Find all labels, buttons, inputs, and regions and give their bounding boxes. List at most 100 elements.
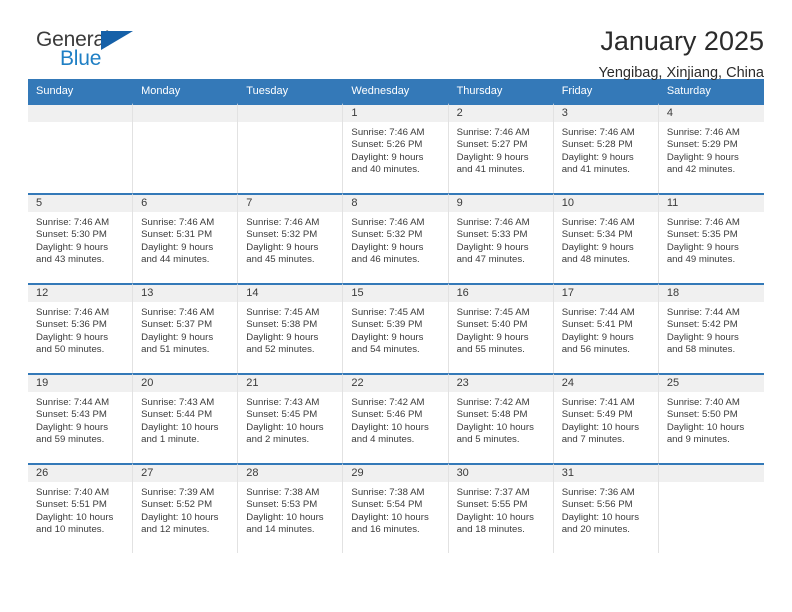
sunset-text: Sunset: 5:26 PM	[351, 139, 423, 151]
calendar-day-cell[interactable]: 1 Sunrise: 7:46 AM Sunset: 5:26 PM Daylight…	[343, 103, 449, 193]
calendar-day-cell[interactable]: 6 Sunrise: 7:46 AM Sunset: 5:31 PM Daylight…	[133, 193, 239, 283]
day-cell-inner: 3 Sunrise: 7:46 AM Sunset: 5:28 PM Daylight…	[553, 103, 659, 193]
calendar-day-cell[interactable]: 29 Sunrise: 7:38 AM Sunset: 5:54 PM Dayligh…	[343, 463, 449, 553]
calendar-day-cell[interactable]: 2 Sunrise: 7:46 AM Sunset: 5:27 PM Daylight…	[448, 103, 554, 193]
calendar-day-cell[interactable]: 15 Sunrise: 7:45 AM Sunset: 5:39 PM Dayligh…	[343, 283, 449, 373]
sunrise-text: Sunrise: 7:43 AM	[246, 397, 320, 408]
sunset-text: Sunset: 5:33 PM	[456, 229, 528, 241]
calendar-week-row: 19 Sunrise: 7:44 AM Sunset: 5:43 PM Dayligh…	[28, 373, 764, 463]
sunset-text: Sunset: 5:40 PM	[456, 319, 528, 331]
calendar-day-cell[interactable]: 28 Sunrise: 7:38 AM Sunset: 5:53 PM Dayligh…	[238, 463, 344, 553]
day-cell-inner: 4 Sunrise: 7:46 AM Sunset: 5:29 PM Daylight…	[658, 103, 764, 193]
day-number: 28	[238, 465, 343, 482]
calendar-day-cell[interactable]: 17 Sunrise: 7:44 AM Sunset: 5:41 PM Dayligh…	[553, 283, 659, 373]
calendar-day-cell[interactable]: 4 Sunrise: 7:46 AM Sunset: 5:29 PM Daylight…	[658, 103, 764, 193]
calendar-day-cell[interactable]: 26 Sunrise: 7:40 AM Sunset: 5:51 PM Dayligh…	[28, 463, 134, 553]
calendar-day-cell[interactable]: 3 Sunrise: 7:46 AM Sunset: 5:28 PM Daylight…	[553, 103, 659, 193]
daylight-text-line1: Daylight: 9 hours	[456, 151, 529, 163]
calendar-day-cell[interactable]: 23 Sunrise: 7:42 AM Sunset: 5:48 PM Dayligh…	[448, 373, 554, 463]
sunrise-text: Sunrise: 7:39 AM	[141, 487, 215, 498]
logo-text-blue: Blue	[60, 47, 102, 70]
calendar-day-cell[interactable]: 30 Sunrise: 7:37 AM Sunset: 5:55 PM Dayligh…	[448, 463, 554, 553]
day-number: 9	[448, 195, 553, 212]
sunrise-text: Sunrise: 7:42 AM	[456, 397, 530, 408]
day-details: Sunrise: 7:44 AM Sunset: 5:43 PM Daylight:…	[28, 392, 132, 447]
sunrise-text: Sunrise: 7:46 AM	[141, 217, 215, 228]
logo-triangle-icon	[101, 31, 133, 50]
daylight-text-line2: and 41 minutes.	[561, 164, 630, 176]
sunrise-text: Sunrise: 7:45 AM	[246, 307, 320, 318]
calendar-day-cell[interactable]: 18 Sunrise: 7:44 AM Sunset: 5:42 PM Dayligh…	[658, 283, 764, 373]
sunrise-text: Sunrise: 7:46 AM	[141, 307, 215, 318]
general-blue-logo[interactable]: General Blue	[28, 26, 168, 76]
calendar-day-cell[interactable]: 25 Sunrise: 7:40 AM Sunset: 5:50 PM Dayligh…	[658, 373, 764, 463]
daylight-text-line1: Daylight: 9 hours	[36, 331, 108, 343]
day-cell-inner: 24 Sunrise: 7:41 AM Sunset: 5:49 PM Dayligh…	[553, 373, 659, 463]
daylight-text-line1: Daylight: 9 hours	[351, 331, 424, 343]
sunset-text: Sunset: 5:56 PM	[561, 499, 633, 511]
day-details: Sunrise: 7:40 AM Sunset: 5:51 PM Daylight:…	[28, 482, 132, 537]
calendar-header-row: Sunday Monday Tuesday Wednesday Thursday Frid…	[28, 79, 764, 103]
calendar-day-cell[interactable]: 14 Sunrise: 7:45 AM Sunset: 5:38 PM Dayligh…	[238, 283, 344, 373]
day-number: 12	[28, 285, 133, 302]
calendar-day-cell[interactable]: 13 Sunrise: 7:46 AM Sunset: 5:37 PM Dayligh…	[133, 283, 239, 373]
calendar-day-cell[interactable]: 10 Sunrise: 7:46 AM Sunset: 5:34 PM Dayligh…	[553, 193, 659, 283]
daylight-text-line1: Daylight: 10 hours	[456, 421, 534, 433]
daylight-text-line1: Daylight: 10 hours	[246, 421, 324, 433]
calendar-day-cell[interactable]: 5 Sunrise: 7:46 AM Sunset: 5:30 PM Daylight…	[28, 193, 134, 283]
daylight-text-line1: Daylight: 9 hours	[246, 331, 319, 343]
sunrise-text: Sunrise: 7:45 AM	[351, 307, 425, 318]
calendar-day-cell[interactable]: 8 Sunrise: 7:46 AM Sunset: 5:32 PM Daylight…	[343, 193, 449, 283]
daylight-text-line1: Daylight: 9 hours	[36, 241, 108, 253]
calendar-day-cell[interactable]: 7 Sunrise: 7:46 AM Sunset: 5:32 PM Daylight…	[238, 193, 344, 283]
day-number	[238, 105, 343, 122]
calendar-day-cell[interactable]: 11 Sunrise: 7:46 AM Sunset: 5:35 PM Dayligh…	[658, 193, 764, 283]
calendar-day-cell[interactable]: 9 Sunrise: 7:46 AM Sunset: 5:33 PM Daylight…	[448, 193, 554, 283]
calendar-day-cell[interactable]: 20 Sunrise: 7:43 AM Sunset: 5:44 PM Dayligh…	[133, 373, 239, 463]
day-cell-inner: 29 Sunrise: 7:38 AM Sunset: 5:54 PM Dayligh…	[343, 463, 449, 553]
sunrise-text: Sunrise: 7:44 AM	[36, 397, 110, 408]
day-number: 16	[448, 285, 553, 302]
sunset-text: Sunset: 5:37 PM	[141, 319, 213, 331]
calendar-day-cell[interactable]: 16 Sunrise: 7:45 AM Sunset: 5:40 PM Dayligh…	[448, 283, 554, 373]
sunset-text: Sunset: 5:36 PM	[36, 319, 107, 331]
day-details: Sunrise: 7:46 AM Sunset: 5:30 PM Daylight:…	[28, 212, 132, 267]
sunset-text: Sunset: 5:50 PM	[666, 409, 738, 421]
daylight-text-line2: and 10 minutes.	[36, 524, 105, 536]
sunrise-text: Sunrise: 7:46 AM	[561, 217, 635, 228]
calendar-body: 1 Sunrise: 7:46 AM Sunset: 5:26 PM Daylight…	[28, 103, 764, 553]
day-number: 2	[448, 105, 553, 122]
sunset-text: Sunset: 5:30 PM	[36, 229, 107, 241]
day-details: Sunrise: 7:43 AM Sunset: 5:45 PM Daylight:…	[238, 392, 342, 447]
sunrise-text: Sunrise: 7:44 AM	[666, 307, 740, 318]
calendar-day-cell[interactable]: 12 Sunrise: 7:46 AM Sunset: 5:36 PM Dayligh…	[28, 283, 134, 373]
sunrise-text: Sunrise: 7:46 AM	[666, 127, 740, 138]
day-details: Sunrise: 7:36 AM Sunset: 5:56 PM Daylight:…	[554, 482, 658, 537]
day-cell-inner: 6 Sunrise: 7:46 AM Sunset: 5:31 PM Daylight…	[133, 193, 239, 283]
weekday-header-saturday: Saturday	[658, 79, 764, 103]
daylight-text-line1: Daylight: 9 hours	[561, 331, 634, 343]
day-cell-inner	[658, 463, 764, 553]
sunset-text: Sunset: 5:42 PM	[666, 319, 738, 331]
day-details: Sunrise: 7:42 AM Sunset: 5:46 PM Daylight:…	[343, 392, 447, 447]
weekday-header-sunday: Sunday	[28, 79, 134, 103]
calendar-day-cell[interactable]: 19 Sunrise: 7:44 AM Sunset: 5:43 PM Dayligh…	[28, 373, 134, 463]
sunrise-text: Sunrise: 7:38 AM	[246, 487, 320, 498]
calendar-day-cell[interactable]: 22 Sunrise: 7:42 AM Sunset: 5:46 PM Dayligh…	[343, 373, 449, 463]
day-details: Sunrise: 7:46 AM Sunset: 5:35 PM Daylight:…	[659, 212, 764, 267]
sunrise-text: Sunrise: 7:38 AM	[351, 487, 425, 498]
calendar-day-cell[interactable]: 21 Sunrise: 7:43 AM Sunset: 5:45 PM Dayligh…	[238, 373, 344, 463]
day-number: 3	[553, 105, 658, 122]
page-header: General Blue January 2025 Yengibag, Xinj…	[28, 0, 764, 81]
day-number: 21	[238, 375, 343, 392]
calendar-day-cell[interactable]: 24 Sunrise: 7:41 AM Sunset: 5:49 PM Dayligh…	[553, 373, 659, 463]
day-details: Sunrise: 7:46 AM Sunset: 5:28 PM Daylight:…	[554, 122, 658, 177]
daylight-text-line2: and 2 minutes.	[246, 434, 310, 446]
daylight-text-line2: and 47 minutes.	[456, 254, 525, 266]
day-cell-inner: 31 Sunrise: 7:36 AM Sunset: 5:56 PM Dayligh…	[553, 463, 659, 553]
calendar-day-cell[interactable]: 27 Sunrise: 7:39 AM Sunset: 5:52 PM Dayligh…	[133, 463, 239, 553]
sunrise-text: Sunrise: 7:41 AM	[561, 397, 635, 408]
day-cell-inner: 10 Sunrise: 7:46 AM Sunset: 5:34 PM Dayligh…	[553, 193, 659, 283]
calendar-day-cell[interactable]: 31 Sunrise: 7:36 AM Sunset: 5:56 PM Dayligh…	[553, 463, 659, 553]
sunrise-text: Sunrise: 7:40 AM	[36, 487, 110, 498]
